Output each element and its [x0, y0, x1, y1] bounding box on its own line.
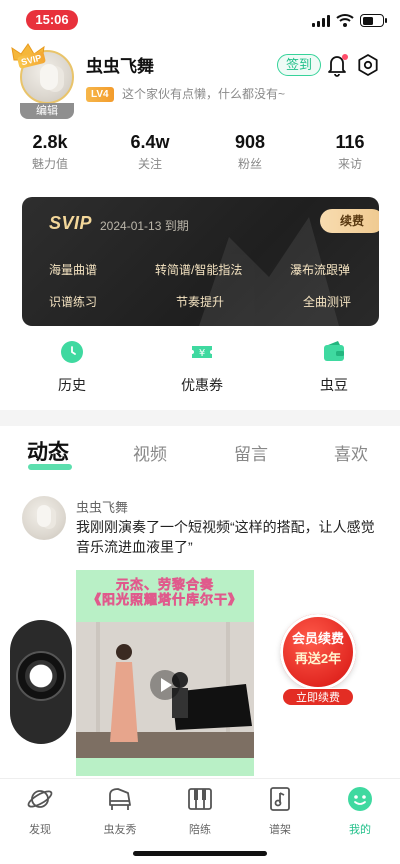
- vip-expiry: 2024-01-13 到期: [100, 219, 189, 233]
- wifi-icon: [336, 14, 354, 27]
- vip-feature[interactable]: 节奏提升: [176, 293, 224, 310]
- profile-face-icon: [348, 787, 372, 811]
- signin-button[interactable]: 签到: [277, 54, 321, 76]
- stat-label: 来访: [337, 157, 362, 171]
- vip-feature[interactable]: 全曲测评: [303, 293, 351, 310]
- history-label: 历史: [58, 377, 86, 393]
- gear-icon: [358, 54, 378, 76]
- piano-icon: [109, 788, 131, 810]
- tab-videos[interactable]: 视频: [133, 440, 167, 465]
- planet-icon: [27, 790, 53, 808]
- content-tabs: 动态 视频 留言 喜欢: [0, 436, 400, 472]
- coupon-icon: ¥: [192, 346, 212, 359]
- nav-practice[interactable]: 陪练: [170, 785, 230, 837]
- stat-value: 116: [335, 132, 365, 152]
- post-author-name[interactable]: 虫虫飞舞: [76, 497, 128, 516]
- post-author-avatar[interactable]: [22, 496, 66, 540]
- post-video[interactable]: 元杰、劳黎合奏 《阳光照耀塔什库尔干》: [76, 570, 254, 776]
- promo-renew-button[interactable]: 立即续费: [282, 688, 354, 706]
- nav-label: 陪练: [189, 824, 211, 836]
- notification-dot: [342, 54, 348, 60]
- username: 虫虫飞舞: [86, 57, 154, 76]
- music-note-icon: [270, 787, 290, 811]
- home-indicator: [133, 851, 267, 856]
- nav-label: 虫友秀: [103, 824, 137, 836]
- floating-player[interactable]: [10, 620, 72, 744]
- status-time: 15:06: [26, 10, 78, 30]
- video-thumbnail: [76, 622, 254, 758]
- tab-dynamics[interactable]: 动态: [27, 436, 69, 466]
- beans-button[interactable]: 虫豆: [312, 340, 356, 395]
- wallet-icon: [324, 341, 344, 361]
- stat-visitors[interactable]: 116 来访: [300, 130, 400, 178]
- vip-feature[interactable]: 识谱练习: [49, 293, 97, 310]
- promo-line2: 再送2年: [294, 651, 342, 666]
- vip-feature[interactable]: 海量曲谱: [49, 261, 97, 278]
- vip-feature[interactable]: 转简谱/智能指法: [155, 261, 242, 278]
- tab-likes[interactable]: 喜欢: [334, 440, 368, 465]
- nav-discover[interactable]: 发现: [10, 785, 70, 837]
- video-title-line2: 《阳光照耀塔什库尔干》: [87, 592, 242, 608]
- settings-button[interactable]: [355, 52, 381, 78]
- stat-value: 2.8k: [32, 132, 68, 152]
- nav-mine[interactable]: 我的: [330, 785, 390, 837]
- notification-button[interactable]: [324, 52, 350, 78]
- stat-following[interactable]: 6.4w 关注: [100, 130, 200, 178]
- stat-value: 6.4w: [130, 132, 170, 152]
- bio-text[interactable]: 这个家伙有点懒，什么都没有~: [122, 87, 285, 102]
- renew-button[interactable]: 续费: [320, 209, 379, 233]
- keys-icon: [188, 788, 212, 810]
- vinyl-disc-icon: [16, 651, 66, 701]
- stat-value: 908: [234, 132, 266, 152]
- nav-show[interactable]: 虫友秀: [90, 785, 150, 837]
- promo-badge[interactable]: 会员续费 再送2年 立即续费: [280, 614, 356, 712]
- nav-label: 我的: [349, 824, 371, 836]
- quick-actions: 历史 ¥ 优惠券 虫豆: [0, 340, 400, 400]
- vip-features: 海量曲谱 转简谱/智能指法 瀑布流跟弹 识谱练习 节奏提升 全曲测评: [22, 255, 379, 319]
- section-divider: [0, 410, 400, 426]
- tab-messages[interactable]: 留言: [234, 440, 268, 465]
- signal-icon: [312, 15, 330, 27]
- nav-label: 发现: [29, 824, 51, 836]
- stat-label: 关注: [137, 157, 162, 171]
- profile-header: SVIP 编辑 虫虫飞舞 LV4 这个家伙有点懒，什么都没有~ 签到: [0, 38, 400, 120]
- post-text[interactable]: 我刚刚演奏了一个短视频“这样的搭配，让人感觉音乐流进血液里了”: [76, 517, 376, 557]
- vip-feature[interactable]: 瀑布流跟弹: [290, 261, 350, 278]
- vip-logo: SVIP: [49, 213, 93, 233]
- promo-line1: 会员续费: [291, 631, 344, 646]
- avatar[interactable]: SVIP 编辑: [11, 43, 76, 119]
- stats-row: 2.8k 魅力值 6.4w 关注 908 粉丝 116 来访: [0, 130, 400, 178]
- nav-library[interactable]: 谱架: [250, 785, 310, 837]
- svg-text:¥: ¥: [199, 348, 205, 359]
- stat-charm[interactable]: 2.8k 魅力值: [0, 130, 100, 178]
- play-icon[interactable]: [150, 670, 180, 700]
- edit-avatar-button[interactable]: 编辑: [20, 103, 74, 119]
- stat-label: 粉丝: [237, 157, 262, 171]
- battery-icon: [360, 14, 387, 27]
- nav-label: 谱架: [269, 824, 291, 836]
- stat-label: 魅力值: [31, 157, 68, 171]
- beans-label: 虫豆: [320, 377, 348, 393]
- stat-followers[interactable]: 908 粉丝: [200, 130, 300, 178]
- coupon-label: 优惠券: [181, 377, 223, 393]
- history-button[interactable]: 历史: [50, 340, 94, 395]
- coupon-button[interactable]: ¥ 优惠券: [176, 340, 228, 395]
- level-badge: LV4: [86, 87, 114, 102]
- vip-card[interactable]: SVIP 2024-01-13 到期 续费 海量曲谱 转简谱/智能指法 瀑布流跟…: [22, 197, 379, 326]
- clock-icon: [61, 341, 83, 363]
